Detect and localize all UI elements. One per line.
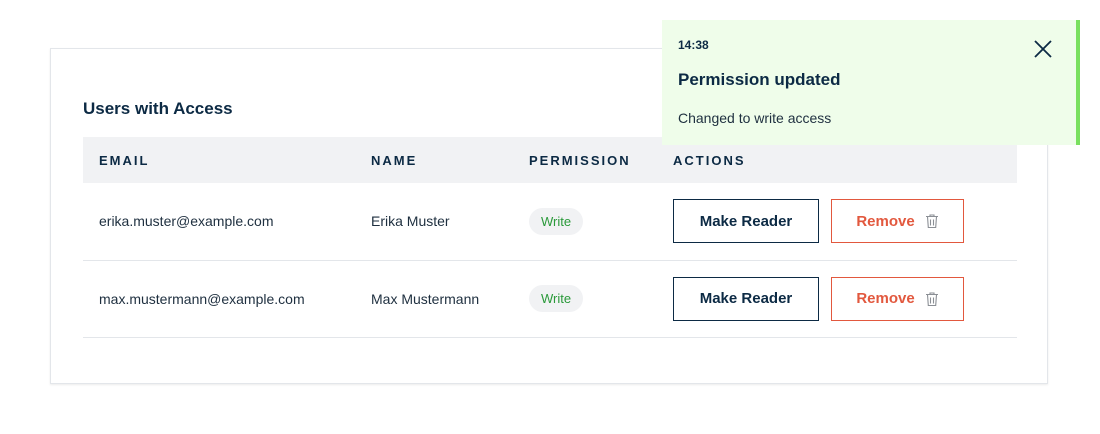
close-icon[interactable] bbox=[1032, 38, 1054, 60]
toast-title: Permission updated bbox=[678, 70, 841, 89]
toast-notification: 14:38 Permission updated Changed to writ… bbox=[662, 20, 1080, 145]
trash-icon bbox=[925, 291, 938, 306]
column-email: Email bbox=[99, 152, 150, 168]
toast-message: Changed to write access bbox=[678, 110, 832, 126]
trash-icon bbox=[925, 214, 938, 229]
make-reader-button[interactable]: Make Reader bbox=[673, 276, 819, 321]
remove-button-label: Remove bbox=[856, 290, 915, 307]
permission-badge: Write bbox=[529, 207, 584, 235]
user-name: Max Mustermann bbox=[371, 290, 480, 307]
remove-button[interactable]: Remove bbox=[831, 199, 964, 244]
permission-cell: Write bbox=[513, 260, 657, 337]
table-row: erika.muster@example.com Erika Muster Wr… bbox=[83, 183, 1017, 260]
users-table: Email Name Permission Actions erika.must… bbox=[83, 137, 1017, 338]
remove-button-label: Remove bbox=[856, 212, 915, 230]
actions-cell: Make Reader Remove bbox=[657, 183, 1017, 260]
make-reader-button[interactable]: Make Reader bbox=[673, 199, 819, 244]
column-permission: Permission bbox=[529, 152, 631, 168]
table-row: max.mustermann@example.com Max Musterman… bbox=[83, 260, 1017, 337]
card-title: Users with Access bbox=[83, 99, 233, 118]
user-email: max.mustermann@example.com bbox=[99, 290, 305, 307]
user-name: Erika Muster bbox=[371, 213, 450, 230]
permission-badge: Write bbox=[529, 285, 584, 312]
user-email: erika.muster@example.com bbox=[99, 213, 274, 230]
remove-button[interactable]: Remove bbox=[831, 276, 964, 321]
column-name: Name bbox=[371, 152, 418, 168]
actions-cell: Make Reader Remove bbox=[657, 260, 1017, 337]
permission-cell: Write bbox=[513, 183, 657, 260]
toast-time: 14:38 bbox=[678, 38, 709, 52]
table-body: erika.muster@example.com Erika Muster Wr… bbox=[83, 183, 1017, 337]
